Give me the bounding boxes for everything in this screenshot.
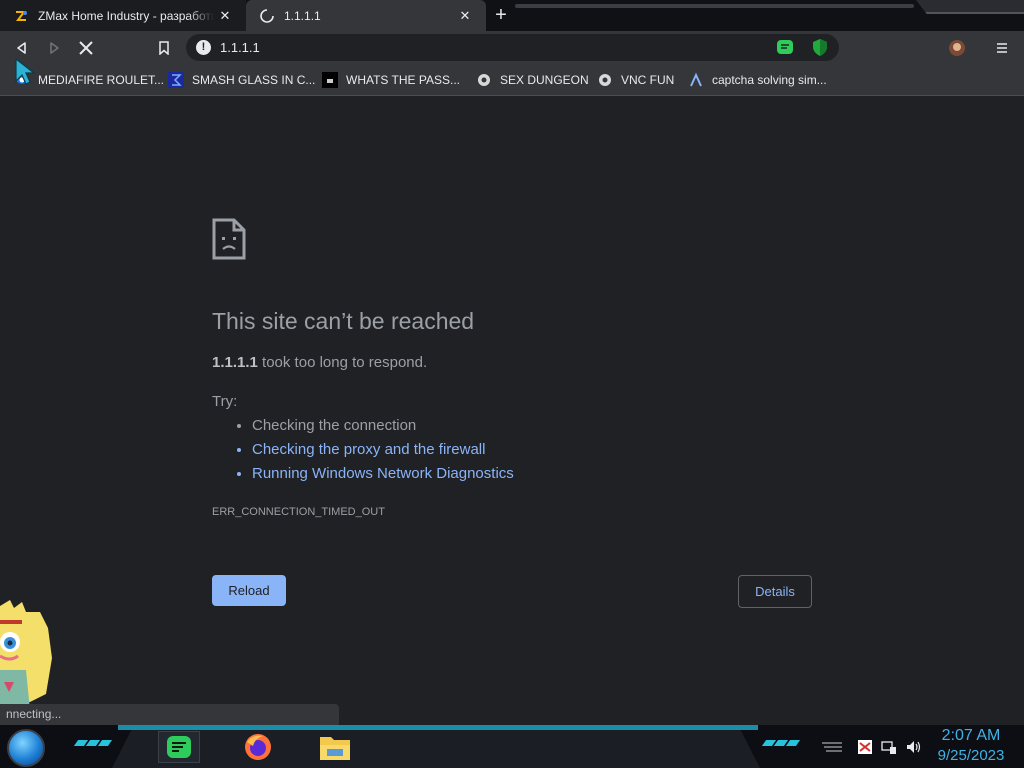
back-arrow-icon [17, 42, 26, 54]
close-x-icon [79, 41, 93, 55]
bookmark-item[interactable]: SEX DUNGEON [476, 71, 589, 89]
bookmark-label: MEDIAFIRE ROULET... [38, 73, 165, 87]
bookmark-item[interactable]: VNC FUN [597, 71, 674, 89]
bookmark-label: captcha solving sim... [712, 73, 827, 87]
bookmark-icon [159, 41, 169, 55]
new-tab-button[interactable]: + [490, 4, 512, 26]
suggestion-list: Checking the connection Checking the pro… [232, 417, 514, 489]
bookmark-label: VNC FUN [621, 73, 675, 87]
taskbar-app-firefox[interactable] [241, 731, 275, 763]
bookmark-label: WHATS THE PASS... [346, 73, 461, 87]
hamburger-menu-icon [997, 43, 1007, 53]
start-button[interactable] [7, 729, 45, 767]
tab-close-icon[interactable]: ✕ [214, 8, 236, 24]
sad-page-icon [212, 218, 246, 260]
chat-app-icon [167, 736, 191, 758]
reload-button[interactable]: Reload [212, 575, 286, 606]
clock-date[interactable]: 9/25/2023 [934, 747, 1008, 764]
error-host: 1.1.1.1 [212, 354, 258, 371]
clock-time[interactable]: 2:07 AM [940, 727, 1002, 745]
folder-icon [320, 737, 350, 760]
taskbar-accent-bar [118, 725, 758, 730]
tray-flag-icon[interactable] [856, 738, 874, 756]
window-frame-decoration [515, 4, 914, 8]
tab-zmax[interactable]: ZMax Home Industry - разработк ✕ [0, 0, 246, 31]
site-info-icon[interactable]: ! [196, 40, 211, 55]
suggestion-check-connection: Checking the connection [252, 417, 514, 441]
error-title: This site can’t be reached [212, 308, 475, 334]
browser-toolbar: ! 1.1.1.1 [0, 31, 1024, 64]
bookmarks-bar: MEDIAFIRE ROULET... SMASH GLASS IN C... … [0, 64, 1024, 96]
suggestion-network-diagnostics-link[interactable]: Running Windows Network Diagnostics [252, 465, 514, 489]
tab-title: ZMax Home Industry - разработк [38, 8, 214, 23]
taskbar-app-chat[interactable] [158, 731, 200, 763]
stop-button[interactable] [73, 35, 99, 61]
bookmark-item[interactable]: WHATS THE PASS... [322, 71, 460, 89]
tab-strip: ZMax Home Industry - разработк ✕ 1.1.1.1… [0, 0, 1024, 31]
window-frame-corner [916, 0, 1024, 14]
forward-arrow-icon [50, 42, 59, 54]
bookmark-item[interactable]: SMASH GLASS IN C... [168, 71, 315, 89]
error-description: 1.1.1.1 took too long to respond. [212, 354, 427, 371]
url-text: 1.1.1.1 [220, 40, 260, 55]
zmax-favicon-icon [16, 10, 27, 21]
lambda-icon [688, 72, 704, 88]
forward-button[interactable] [41, 35, 67, 61]
bookmark-item[interactable]: MEDIAFIRE ROULET... [14, 71, 164, 89]
details-button[interactable]: Details [738, 575, 812, 608]
gear-bot-icon [597, 72, 613, 88]
profile-avatar[interactable] [944, 35, 970, 61]
bookmark-label: SMASH GLASS IN C... [192, 73, 316, 87]
loading-spinner-icon [260, 8, 274, 23]
gear-bot-icon [476, 72, 492, 88]
tray-volume-icon[interactable] [904, 738, 922, 756]
sigma-icon [168, 72, 184, 88]
taskbar-app-file-explorer[interactable] [318, 731, 352, 763]
mouse-cursor-icon [15, 57, 36, 85]
bookmark-label: SEX DUNGEON [500, 73, 589, 87]
try-label: Try: [212, 393, 238, 410]
bookmark-item[interactable]: captcha solving sim... [688, 71, 827, 89]
screen: ZMax Home Industry - разработк ✕ 1.1.1.1… [0, 0, 1024, 768]
error-description-text: took too long to respond. [257, 354, 428, 371]
tab-1-1-1-1[interactable]: 1.1.1.1 ✕ [246, 0, 486, 31]
firefox-icon [245, 734, 271, 760]
error-code: ERR_CONNECTION_TIMED_OUT [212, 506, 385, 518]
taskbar-chevron-decoration [761, 740, 801, 746]
chat-extension-icon[interactable] [776, 39, 794, 57]
show-desktop-icon[interactable] [820, 741, 844, 753]
tab-title: 1.1.1.1 [284, 8, 321, 23]
tab-close-icon[interactable]: ✕ [454, 8, 476, 24]
avatar-icon [949, 40, 965, 56]
menu-button[interactable] [989, 35, 1015, 61]
address-bar[interactable]: ! 1.1.1.1 [186, 34, 955, 61]
suggestion-proxy-firewall-link[interactable]: Checking the proxy and the firewall [252, 441, 514, 465]
tray-network-icon[interactable] [880, 738, 898, 756]
bookmark-button[interactable] [151, 35, 177, 61]
taskbar-chevron-decoration [73, 740, 113, 746]
terminal-icon [322, 72, 338, 88]
shield-extension-icon[interactable] [812, 38, 828, 57]
status-bubble: nnecting... [0, 704, 339, 725]
taskbar-plate [112, 730, 760, 768]
